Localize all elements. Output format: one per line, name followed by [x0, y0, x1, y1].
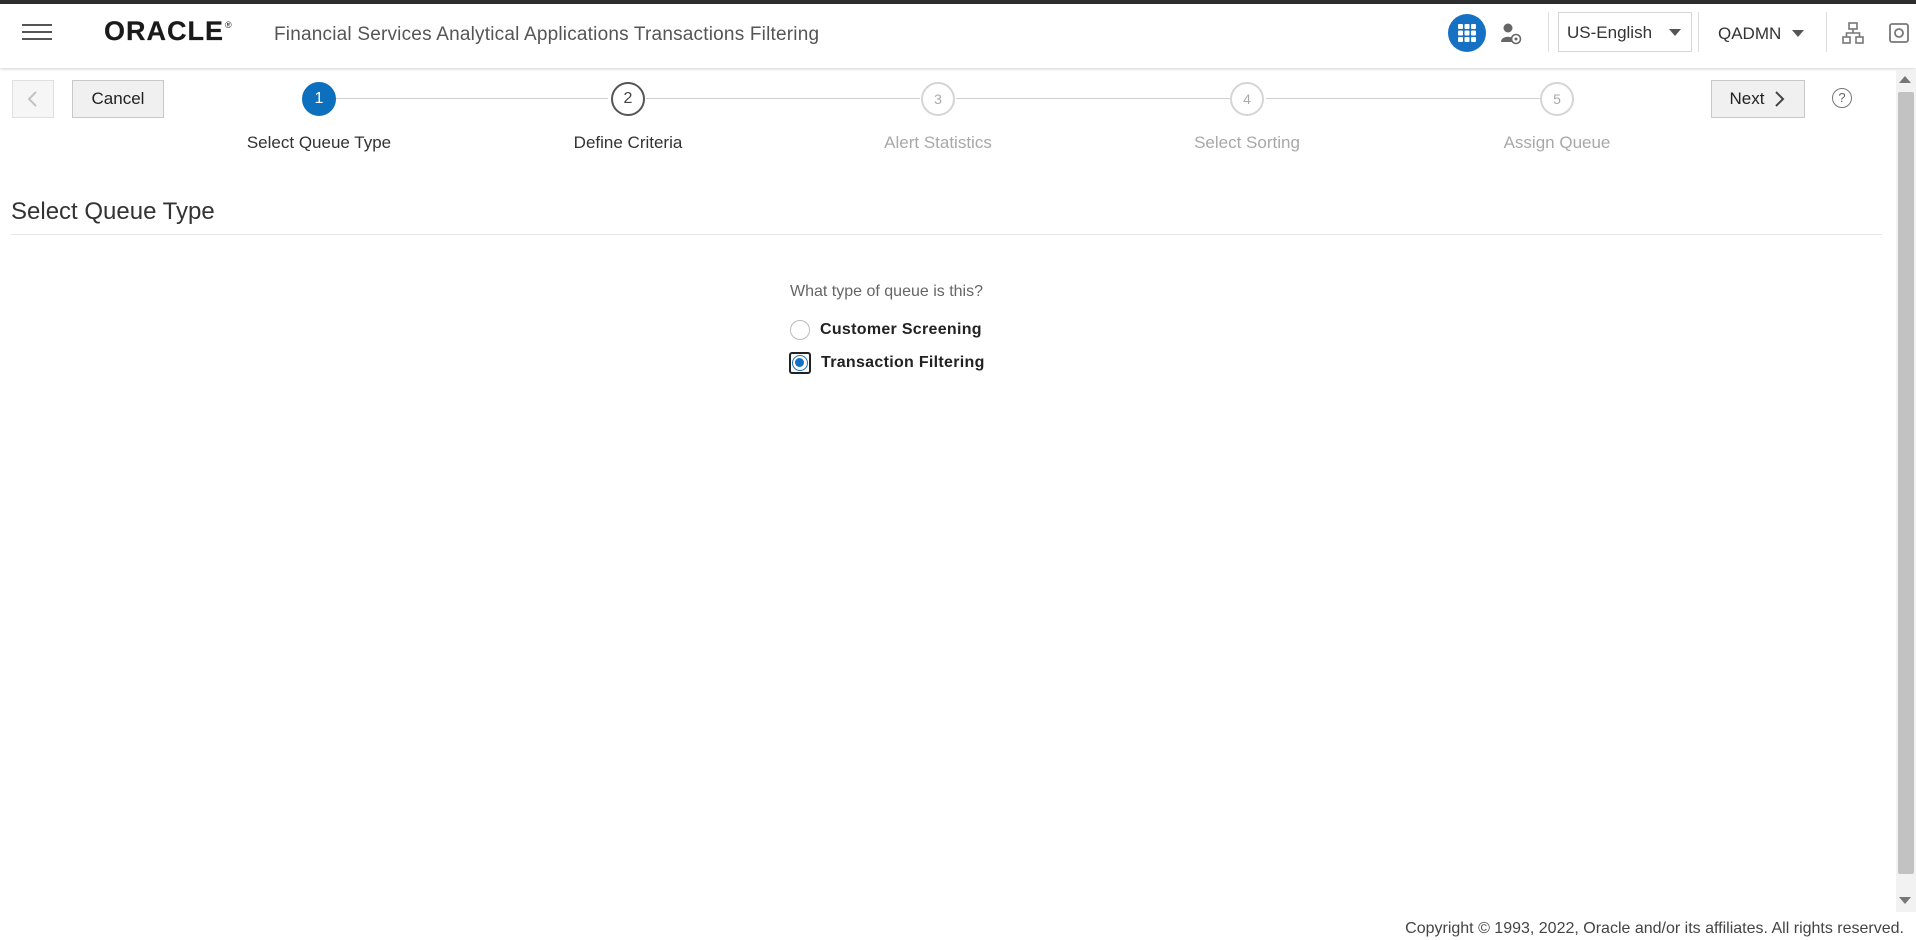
- logo-text: ORACLE: [104, 16, 224, 46]
- section-title: Select Queue Type: [11, 198, 215, 225]
- train-step-label: Select Queue Type: [246, 133, 392, 152]
- chevron-right-icon: [1775, 91, 1785, 107]
- train-connector: [1266, 98, 1540, 99]
- radio-label: Customer Screening: [820, 321, 982, 338]
- section-divider: [11, 234, 1882, 235]
- scrollbar-thumb[interactable]: [1898, 92, 1914, 874]
- radio-label: Transaction Filtering: [821, 354, 985, 371]
- chevron-down-icon: [1792, 30, 1804, 37]
- next-button-label: Next: [1729, 89, 1765, 108]
- chevron-left-icon: [27, 91, 37, 107]
- app-title: Financial Services Analytical Applicatio…: [274, 24, 820, 45]
- radio-transaction-filtering[interactable]: Transaction Filtering: [789, 352, 985, 374]
- logo-registered-mark: ®: [225, 20, 232, 30]
- copyright-footer: Copyright © 1993, 2022, Oracle and/or it…: [1405, 920, 1904, 937]
- scroll-up-arrow-icon[interactable]: [1899, 76, 1911, 83]
- app-header: ORACLE ® Financial Services Analytical A…: [0, 4, 1916, 68]
- settings-icon[interactable]: [1888, 22, 1910, 44]
- previous-step-button[interactable]: [12, 80, 54, 118]
- language-value: US-English: [1567, 23, 1653, 42]
- app-grid-icon[interactable]: [1448, 14, 1486, 52]
- train-step-1[interactable]: 1: [302, 82, 336, 116]
- radio-button[interactable]: [792, 355, 808, 371]
- user-name: QADMN: [1718, 24, 1782, 43]
- header-separator: [1698, 12, 1699, 52]
- radio-focus-ring: [789, 352, 811, 374]
- train-connector: [956, 98, 1230, 99]
- user-admin-icon[interactable]: [1500, 22, 1522, 46]
- train-step-5[interactable]: 5: [1540, 82, 1574, 116]
- train-step-label: Alert Statistics: [884, 133, 992, 152]
- hamburger-menu-icon[interactable]: [22, 20, 54, 44]
- queue-type-question: What type of queue is this?: [790, 283, 983, 300]
- user-menu[interactable]: QADMN: [1708, 12, 1808, 52]
- help-icon[interactable]: ?: [1832, 88, 1852, 108]
- train-connector: [336, 98, 608, 99]
- train-step-label: Select Sorting: [1194, 133, 1300, 152]
- language-select[interactable]: US-English: [1558, 12, 1692, 52]
- oracle-logo: ORACLE ®: [104, 16, 232, 52]
- train-step-3[interactable]: 3: [921, 82, 955, 116]
- radio-button[interactable]: [790, 320, 810, 340]
- cancel-button[interactable]: Cancel: [72, 80, 164, 118]
- header-separator: [1548, 12, 1549, 52]
- header-separator: [1826, 12, 1827, 52]
- train-step-2[interactable]: 2: [611, 82, 645, 116]
- radio-customer-screening[interactable]: Customer Screening: [790, 319, 982, 341]
- train-step-label: Define Criteria: [573, 133, 683, 152]
- next-button[interactable]: Next: [1711, 80, 1805, 118]
- chevron-down-icon: [1669, 29, 1681, 36]
- train-connector: [646, 98, 920, 99]
- hierarchy-icon[interactable]: [1842, 22, 1864, 44]
- train-step-label: Assign Queue: [1503, 133, 1611, 152]
- scroll-down-arrow-icon[interactable]: [1899, 897, 1911, 904]
- train-step-4[interactable]: 4: [1230, 82, 1264, 116]
